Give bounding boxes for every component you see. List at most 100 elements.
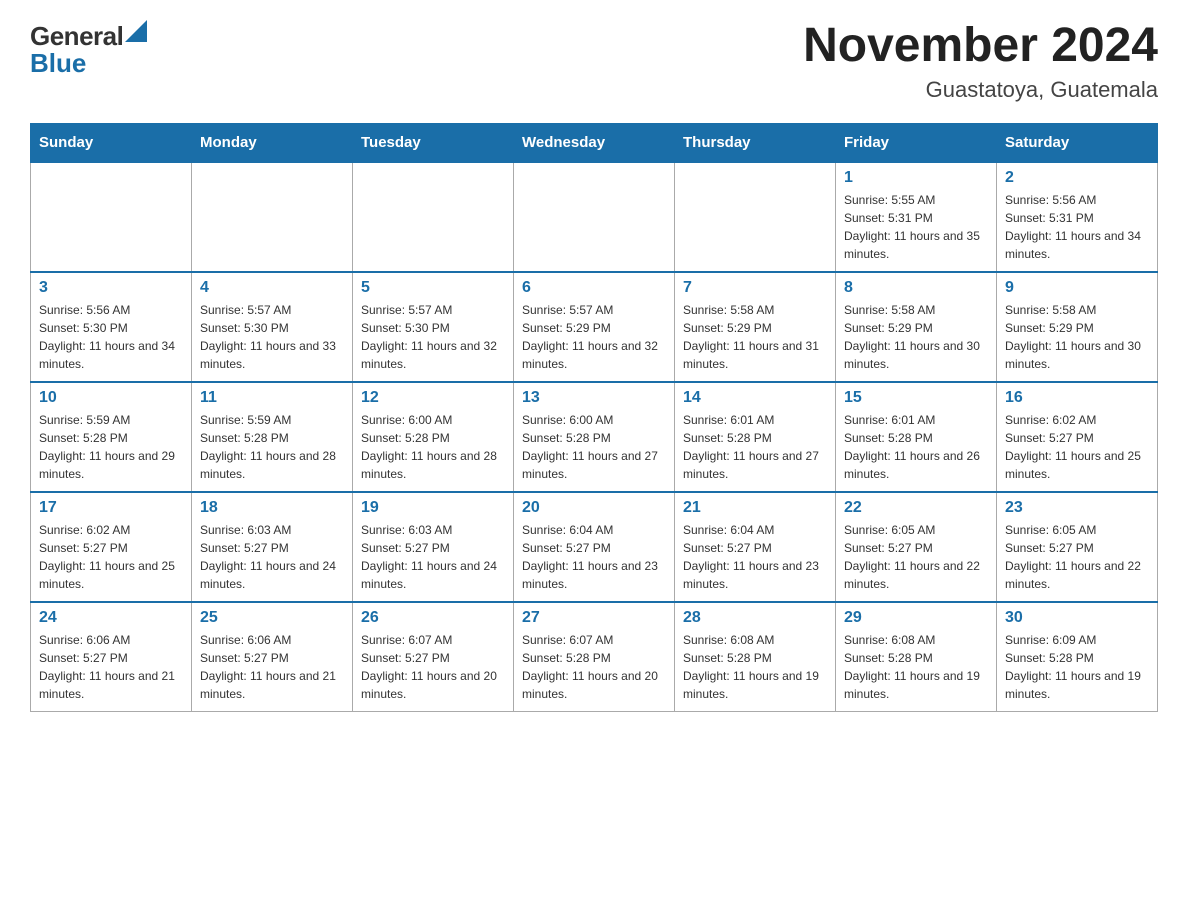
calendar-cell: 12 Sunrise: 6:00 AMSunset: 5:28 PMDaylig… [353, 382, 514, 492]
day-info: Sunrise: 6:00 AMSunset: 5:28 PMDaylight:… [361, 411, 505, 483]
day-number: 17 [39, 499, 183, 517]
day-number: 10 [39, 389, 183, 407]
day-info: Sunrise: 6:06 AMSunset: 5:27 PMDaylight:… [39, 631, 183, 703]
day-info: Sunrise: 5:59 AMSunset: 5:28 PMDaylight:… [200, 411, 344, 483]
day-number: 1 [844, 169, 988, 187]
calendar-cell: 24 Sunrise: 6:06 AMSunset: 5:27 PMDaylig… [31, 602, 192, 712]
calendar-cell: 30 Sunrise: 6:09 AMSunset: 5:28 PMDaylig… [997, 602, 1158, 712]
page-header: General Blue November 2024 Guastatoya, G… [30, 20, 1158, 103]
calendar-cell [353, 162, 514, 272]
calendar-cell: 25 Sunrise: 6:06 AMSunset: 5:27 PMDaylig… [192, 602, 353, 712]
day-number: 25 [200, 609, 344, 627]
calendar-cell [31, 162, 192, 272]
calendar-cell: 26 Sunrise: 6:07 AMSunset: 5:27 PMDaylig… [353, 602, 514, 712]
day-info: Sunrise: 5:58 AMSunset: 5:29 PMDaylight:… [844, 301, 988, 373]
calendar-cell: 11 Sunrise: 5:59 AMSunset: 5:28 PMDaylig… [192, 382, 353, 492]
day-number: 21 [683, 499, 827, 517]
calendar-cell: 23 Sunrise: 6:05 AMSunset: 5:27 PMDaylig… [997, 492, 1158, 602]
calendar-cell: 27 Sunrise: 6:07 AMSunset: 5:28 PMDaylig… [514, 602, 675, 712]
calendar-cell: 14 Sunrise: 6:01 AMSunset: 5:28 PMDaylig… [675, 382, 836, 492]
day-info: Sunrise: 6:04 AMSunset: 5:27 PMDaylight:… [522, 521, 666, 593]
calendar-cell [514, 162, 675, 272]
day-number: 15 [844, 389, 988, 407]
day-info: Sunrise: 6:08 AMSunset: 5:28 PMDaylight:… [683, 631, 827, 703]
day-info: Sunrise: 5:56 AMSunset: 5:31 PMDaylight:… [1005, 191, 1149, 263]
day-number: 14 [683, 389, 827, 407]
day-info: Sunrise: 5:55 AMSunset: 5:31 PMDaylight:… [844, 191, 988, 263]
day-info: Sunrise: 5:57 AMSunset: 5:30 PMDaylight:… [200, 301, 344, 373]
day-info: Sunrise: 6:09 AMSunset: 5:28 PMDaylight:… [1005, 631, 1149, 703]
day-number: 7 [683, 279, 827, 297]
day-info: Sunrise: 6:06 AMSunset: 5:27 PMDaylight:… [200, 631, 344, 703]
calendar-cell: 9 Sunrise: 5:58 AMSunset: 5:29 PMDayligh… [997, 272, 1158, 382]
calendar-cell: 4 Sunrise: 5:57 AMSunset: 5:30 PMDayligh… [192, 272, 353, 382]
header-friday: Friday [836, 123, 997, 162]
day-number: 29 [844, 609, 988, 627]
calendar-cell: 2 Sunrise: 5:56 AMSunset: 5:31 PMDayligh… [997, 162, 1158, 272]
day-number: 6 [522, 279, 666, 297]
calendar-cell: 8 Sunrise: 5:58 AMSunset: 5:29 PMDayligh… [836, 272, 997, 382]
day-info: Sunrise: 5:58 AMSunset: 5:29 PMDaylight:… [683, 301, 827, 373]
day-info: Sunrise: 6:04 AMSunset: 5:27 PMDaylight:… [683, 521, 827, 593]
calendar-table: Sunday Monday Tuesday Wednesday Thursday… [30, 123, 1158, 713]
header-thursday: Thursday [675, 123, 836, 162]
header-monday: Monday [192, 123, 353, 162]
day-number: 5 [361, 279, 505, 297]
weekday-header-row: Sunday Monday Tuesday Wednesday Thursday… [31, 123, 1158, 162]
day-number: 11 [200, 389, 344, 407]
header-wednesday: Wednesday [514, 123, 675, 162]
calendar-cell: 18 Sunrise: 6:03 AMSunset: 5:27 PMDaylig… [192, 492, 353, 602]
day-number: 23 [1005, 499, 1149, 517]
calendar-cell: 1 Sunrise: 5:55 AMSunset: 5:31 PMDayligh… [836, 162, 997, 272]
day-number: 16 [1005, 389, 1149, 407]
day-number: 2 [1005, 169, 1149, 187]
week-row-1: 1 Sunrise: 5:55 AMSunset: 5:31 PMDayligh… [31, 162, 1158, 272]
calendar-cell: 20 Sunrise: 6:04 AMSunset: 5:27 PMDaylig… [514, 492, 675, 602]
calendar-cell: 28 Sunrise: 6:08 AMSunset: 5:28 PMDaylig… [675, 602, 836, 712]
day-info: Sunrise: 6:07 AMSunset: 5:27 PMDaylight:… [361, 631, 505, 703]
calendar-title: November 2024 [803, 20, 1158, 73]
day-number: 24 [39, 609, 183, 627]
day-number: 30 [1005, 609, 1149, 627]
title-area: November 2024 Guastatoya, Guatemala [803, 20, 1158, 103]
day-number: 12 [361, 389, 505, 407]
day-info: Sunrise: 6:05 AMSunset: 5:27 PMDaylight:… [1005, 521, 1149, 593]
week-row-5: 24 Sunrise: 6:06 AMSunset: 5:27 PMDaylig… [31, 602, 1158, 712]
logo-triangle-icon [125, 20, 147, 42]
day-info: Sunrise: 6:02 AMSunset: 5:27 PMDaylight:… [1005, 411, 1149, 483]
logo: General Blue [30, 20, 147, 79]
day-number: 27 [522, 609, 666, 627]
day-number: 13 [522, 389, 666, 407]
calendar-cell: 3 Sunrise: 5:56 AMSunset: 5:30 PMDayligh… [31, 272, 192, 382]
calendar-cell: 6 Sunrise: 5:57 AMSunset: 5:29 PMDayligh… [514, 272, 675, 382]
day-number: 3 [39, 279, 183, 297]
calendar-cell: 29 Sunrise: 6:08 AMSunset: 5:28 PMDaylig… [836, 602, 997, 712]
calendar-cell: 22 Sunrise: 6:05 AMSunset: 5:27 PMDaylig… [836, 492, 997, 602]
calendar-cell: 16 Sunrise: 6:02 AMSunset: 5:27 PMDaylig… [997, 382, 1158, 492]
week-row-2: 3 Sunrise: 5:56 AMSunset: 5:30 PMDayligh… [31, 272, 1158, 382]
day-number: 28 [683, 609, 827, 627]
calendar-cell: 21 Sunrise: 6:04 AMSunset: 5:27 PMDaylig… [675, 492, 836, 602]
day-number: 26 [361, 609, 505, 627]
day-info: Sunrise: 6:02 AMSunset: 5:27 PMDaylight:… [39, 521, 183, 593]
day-info: Sunrise: 6:05 AMSunset: 5:27 PMDaylight:… [844, 521, 988, 593]
header-saturday: Saturday [997, 123, 1158, 162]
day-number: 4 [200, 279, 344, 297]
day-number: 19 [361, 499, 505, 517]
logo-blue-text: Blue [30, 48, 86, 79]
day-info: Sunrise: 6:01 AMSunset: 5:28 PMDaylight:… [683, 411, 827, 483]
calendar-cell: 15 Sunrise: 6:01 AMSunset: 5:28 PMDaylig… [836, 382, 997, 492]
calendar-cell: 7 Sunrise: 5:58 AMSunset: 5:29 PMDayligh… [675, 272, 836, 382]
week-row-3: 10 Sunrise: 5:59 AMSunset: 5:28 PMDaylig… [31, 382, 1158, 492]
day-number: 20 [522, 499, 666, 517]
day-info: Sunrise: 5:57 AMSunset: 5:30 PMDaylight:… [361, 301, 505, 373]
header-sunday: Sunday [31, 123, 192, 162]
calendar-cell: 5 Sunrise: 5:57 AMSunset: 5:30 PMDayligh… [353, 272, 514, 382]
day-info: Sunrise: 5:59 AMSunset: 5:28 PMDaylight:… [39, 411, 183, 483]
day-number: 8 [844, 279, 988, 297]
calendar-subtitle: Guastatoya, Guatemala [803, 77, 1158, 103]
day-info: Sunrise: 5:56 AMSunset: 5:30 PMDaylight:… [39, 301, 183, 373]
day-info: Sunrise: 6:03 AMSunset: 5:27 PMDaylight:… [361, 521, 505, 593]
calendar-cell: 13 Sunrise: 6:00 AMSunset: 5:28 PMDaylig… [514, 382, 675, 492]
day-info: Sunrise: 5:58 AMSunset: 5:29 PMDaylight:… [1005, 301, 1149, 373]
